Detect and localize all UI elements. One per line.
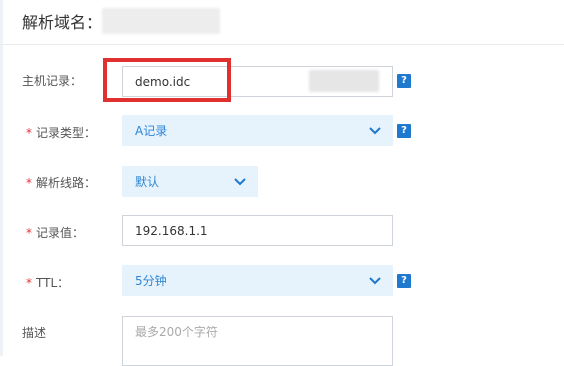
header: 解析域名： [0, 0, 564, 45]
record-type-value: A记录 [135, 124, 168, 138]
ttl-select[interactable]: 5分钟 [122, 265, 393, 296]
host-help-icon[interactable]: ? [397, 74, 411, 88]
domain-label: 解析域名： [22, 13, 103, 32]
description-label: 描述 [22, 326, 47, 340]
left-edge [0, 0, 3, 356]
ttl-help-icon[interactable]: ? [397, 274, 411, 288]
record-type-select[interactable]: A记录 [122, 115, 393, 146]
line-label: * 解析线路： [26, 174, 96, 191]
required-mark: * [26, 176, 32, 190]
description-textarea[interactable]: 最多200个字符 [122, 316, 393, 366]
highlight-annotation [103, 58, 231, 102]
required-mark: * [26, 276, 32, 290]
record-value-input[interactable]: 192.168.1.1 [122, 215, 393, 246]
line-label-text: 解析线路： [36, 176, 97, 190]
redacted-domain-name [102, 8, 220, 34]
redacted-domain-suffix [309, 70, 379, 92]
chevron-down-icon [369, 127, 381, 135]
required-mark: * [26, 226, 32, 240]
line-value: 默认 [135, 175, 160, 189]
ttl-label: * TTL： [26, 274, 69, 291]
record-type-label-text: 记录类型： [36, 126, 97, 140]
chevron-down-icon [369, 277, 381, 285]
line-select[interactable]: 默认 [122, 166, 258, 197]
record-value-label: * 记录值： [26, 224, 84, 241]
record-value-text: 192.168.1.1 [135, 224, 208, 238]
description-placeholder: 最多200个字符 [135, 325, 218, 339]
host-record-label: 主机记录： [22, 74, 83, 88]
ttl-value: 5分钟 [135, 274, 167, 288]
record-type-help-icon[interactable]: ? [397, 124, 411, 138]
required-mark: * [26, 126, 32, 140]
ttl-label-text: TTL： [36, 276, 70, 290]
record-type-label: * 记录类型： [26, 124, 96, 141]
record-value-label-text: 记录值： [36, 226, 85, 240]
chevron-down-icon [234, 178, 246, 186]
